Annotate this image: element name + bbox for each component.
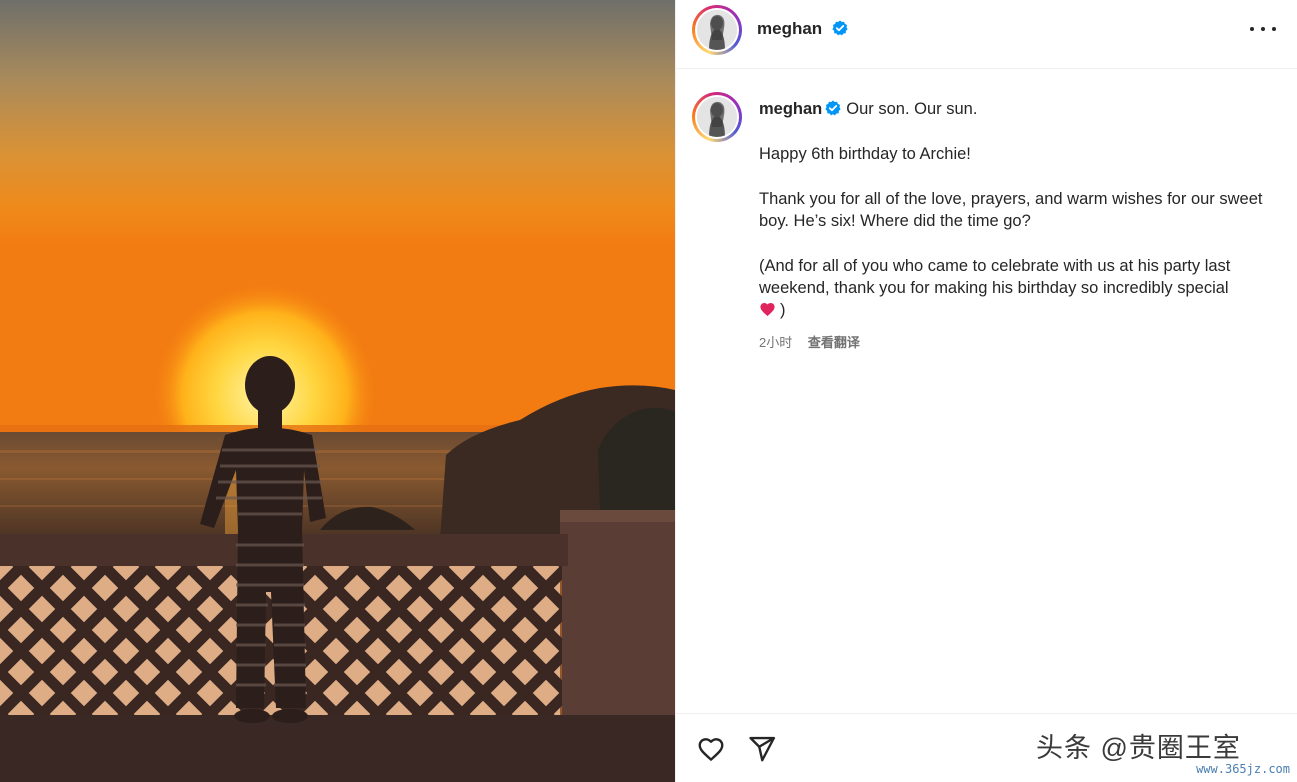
heart-outline-icon (698, 738, 724, 761)
post-timestamp[interactable]: 2小时 (759, 335, 792, 350)
caption-line-birthday: Happy 6th birthday to Archie! (759, 145, 971, 163)
header-username[interactable]: meghan (757, 19, 848, 39)
post-caption: meghan Our son. Our sun. Happy 6th birth… (759, 98, 1279, 321)
verified-badge-icon (832, 20, 848, 36)
verified-badge-icon (825, 100, 841, 116)
red-heart-emoji-icon (760, 302, 775, 317)
profile-photo-icon (697, 10, 737, 50)
watermark-text: 头条 @贵圈王室 (1036, 733, 1241, 763)
caption-line-thanks: Thank you for all of the love, prayers, … (759, 190, 1263, 230)
more-horizontal-icon (1250, 27, 1254, 31)
paper-plane-icon (749, 736, 776, 762)
see-translation-link[interactable]: 查看翻译 (808, 335, 860, 350)
share-button[interactable] (746, 734, 778, 764)
post-header: meghan (676, 0, 1297, 69)
caption-line-party: (And for all of you who came to celebrat… (759, 257, 1231, 319)
post-meta: 2小时 查看翻译 (759, 332, 860, 351)
post-photo[interactable] (0, 0, 675, 782)
caption-headline: Our son. Our sun. (846, 100, 978, 118)
profile-photo-icon (697, 97, 737, 137)
like-button[interactable] (695, 734, 727, 764)
post-detail-panel: meghan meghan Our son. Our sun. Happy 6t… (675, 0, 1297, 782)
watermark-url: www.365jz.com (1196, 762, 1290, 776)
caption-avatar[interactable] (692, 92, 742, 142)
caption-username[interactable]: meghan (759, 100, 822, 118)
avatar[interactable] (692, 5, 742, 55)
sunset-photo (0, 0, 675, 782)
more-options-button[interactable] (1250, 19, 1276, 39)
post-actions: 头条 @贵圈王室 www.365jz.com (676, 713, 1297, 782)
